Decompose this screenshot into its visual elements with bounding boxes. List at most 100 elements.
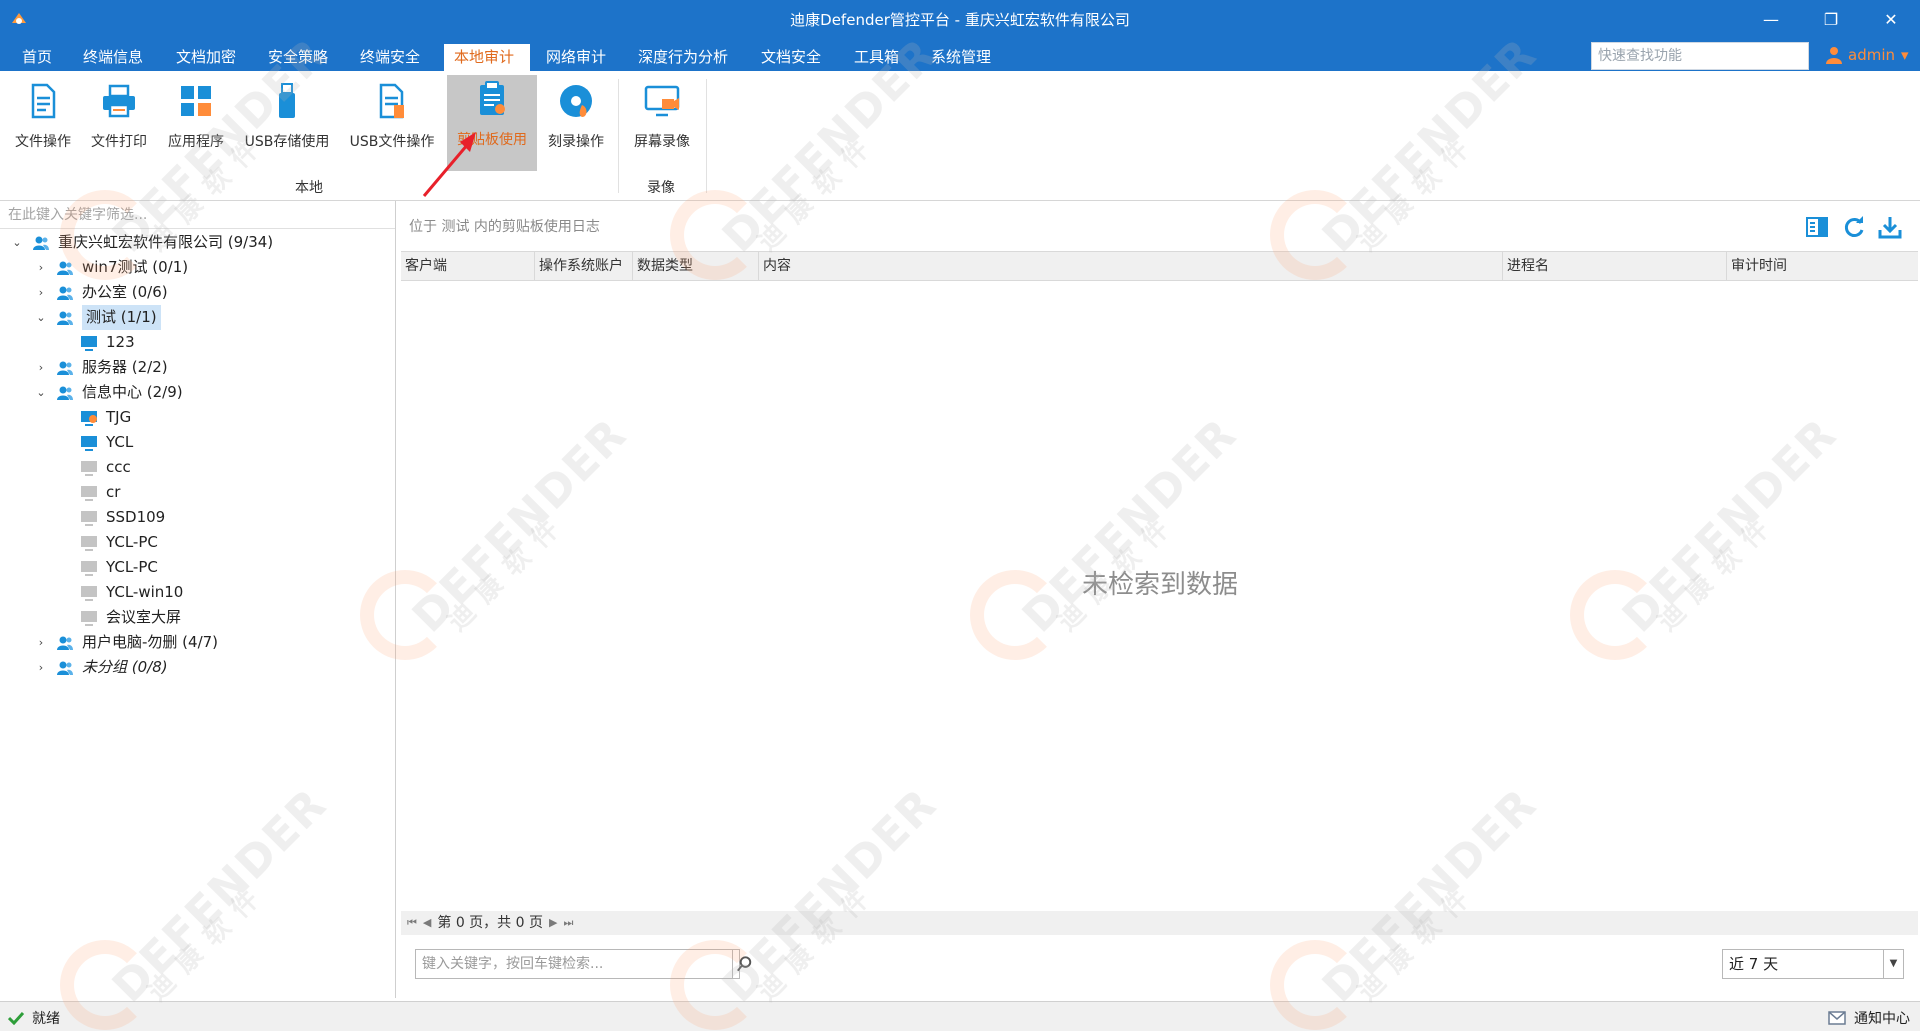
tree-computer-node[interactable]: TJG	[58, 405, 131, 430]
column-client[interactable]: 客户端	[401, 252, 535, 280]
chevron-right-icon[interactable]: ›	[34, 630, 48, 655]
ribbon-clipboard-usage[interactable]: 剪贴板使用	[447, 75, 537, 171]
disc-burn-icon	[560, 85, 592, 117]
column-process-name[interactable]: 进程名	[1503, 252, 1727, 280]
user-caret: ▾	[1901, 46, 1909, 64]
tree-group-node[interactable]: › 办公室 (0/6)	[34, 280, 168, 305]
quick-search-input[interactable]: 快速查找功能	[1591, 42, 1809, 70]
tree-group-node[interactable]: › 用户电脑-勿删 (4/7)	[34, 630, 218, 655]
pager-last-button[interactable]: ⏭	[563, 911, 573, 935]
column-audit-time[interactable]: 审计时间	[1727, 252, 1918, 280]
pager-next-button[interactable]: ▶	[549, 911, 557, 935]
chevron-down-icon[interactable]: ⌄	[34, 380, 48, 405]
tree-group-node[interactable]: ⌄ 信息中心 (2/9)	[34, 380, 183, 405]
search-icon[interactable]	[732, 950, 756, 978]
chevron-right-icon[interactable]: ›	[34, 655, 48, 680]
group-tree-panel: 在此键入关键字筛选... ⌄ 重庆兴虹宏软件有限公司 (9/34) › win7测试 …	[0, 201, 396, 998]
tree-filter-input[interactable]: 在此键入关键字筛选...	[0, 201, 395, 229]
computer-offline-icon	[81, 585, 97, 601]
user-group-icon	[57, 286, 73, 300]
window-title: 迪康Defender管控平台 - 重庆兴虹宏软件有限公司	[790, 11, 1130, 29]
menu-system-management[interactable]: 系统管理	[921, 44, 1001, 71]
tree-computer-node[interactable]: ccc	[58, 455, 131, 480]
printer-icon	[103, 84, 135, 118]
pager-prev-button[interactable]: ◀	[423, 911, 431, 935]
chevron-down-icon[interactable]: ▼	[1883, 950, 1903, 978]
notification-center-label: 通知中心	[1854, 1011, 1910, 1027]
tree-computer-node[interactable]: YCL-PC	[58, 555, 158, 580]
log-search-input[interactable]: 键入关键字，按回车键检索...	[415, 949, 752, 979]
tree-group-node[interactable]: › 未分组 (0/8)	[34, 655, 168, 680]
column-content[interactable]: 内容	[759, 252, 1503, 280]
column-layout-icon[interactable]	[1805, 215, 1829, 239]
user-name: admin	[1848, 46, 1895, 64]
tree-computer-node[interactable]: cr	[58, 480, 120, 505]
ribbon-toolbar: 文件操作 文件打印 应用程序 USB存储使用 USB文件操作 剪贴板使用 刻录操…	[0, 71, 1920, 201]
menu-home[interactable]: 首页	[12, 44, 62, 71]
column-os-account[interactable]: 操作系统账户	[535, 252, 633, 280]
restore-button[interactable]: ❐	[1816, 8, 1846, 32]
chevron-down-icon[interactable]: ⌄	[34, 305, 48, 330]
computer-offline-icon	[81, 485, 97, 501]
ribbon-applications[interactable]: 应用程序	[162, 77, 230, 167]
tree-node-label: YCL	[106, 433, 134, 451]
tree-computer-node[interactable]: YCL-win10	[58, 580, 183, 605]
tree-computer-node[interactable]: SSD109	[58, 505, 165, 530]
user-group-icon	[57, 311, 73, 325]
tree-node-label: 信息中心 (2/9)	[82, 383, 183, 401]
ribbon-screen-record[interactable]: 屏幕录像	[626, 77, 698, 167]
time-range-value: 近 7 天	[1729, 955, 1779, 973]
close-button[interactable]: ✕	[1876, 8, 1906, 32]
export-download-icon[interactable]	[1878, 215, 1902, 239]
menu-terminal-info[interactable]: 终端信息	[73, 44, 153, 71]
chevron-right-icon[interactable]: ›	[34, 280, 48, 305]
time-range-select[interactable]: 近 7 天 ▼	[1722, 949, 1904, 979]
user-group-icon	[57, 636, 73, 650]
tree-node-label: 重庆兴虹宏软件有限公司 (9/34)	[58, 233, 274, 251]
minimize-button[interactable]: —	[1756, 8, 1786, 32]
usb-file-icon	[379, 83, 404, 119]
grid-header: 客户端 操作系统账户 数据类型 内容 进程名 审计时间	[401, 251, 1918, 281]
tree-computer-node[interactable]: 会议室大屏	[58, 605, 181, 630]
ribbon-file-operation[interactable]: 文件操作	[10, 77, 76, 167]
computer-offline-icon	[81, 460, 97, 476]
tree-node-label: YCL-PC	[106, 558, 158, 576]
computer-online-icon	[81, 335, 97, 351]
chevron-right-icon[interactable]: ›	[34, 255, 48, 280]
usb-drive-icon	[279, 83, 295, 118]
notification-center-button[interactable]: 通知中心	[1828, 1008, 1910, 1028]
ribbon-disc-burn[interactable]: 刻录操作	[542, 77, 610, 167]
menu-network-audit[interactable]: 网络审计	[536, 44, 616, 71]
pager-text: 第 0 页，共 0 页	[437, 915, 543, 931]
menu-terminal-security[interactable]: 终端安全	[350, 44, 430, 71]
tree-computer-node[interactable]: YCL	[58, 430, 133, 455]
chevron-right-icon[interactable]: ›	[34, 355, 48, 380]
menu-security-policy[interactable]: 安全策略	[258, 44, 338, 71]
tree-node-label: win7测试 (0/1)	[82, 258, 189, 276]
tree-group-node[interactable]: › win7测试 (0/1)	[34, 255, 188, 280]
ribbon-file-print[interactable]: 文件打印	[86, 77, 152, 167]
tree-group-node[interactable]: ⌄ 测试 (1/1)	[34, 305, 161, 330]
log-search-placeholder: 键入关键字，按回车键检索...	[422, 956, 604, 972]
menu-doc-security[interactable]: 文档安全	[751, 44, 831, 71]
user-menu[interactable]: admin ▾	[1826, 46, 1909, 64]
column-data-type[interactable]: 数据类型	[633, 252, 759, 280]
menu-local-audit[interactable]: 本地审计	[444, 44, 530, 71]
ribbon-usb-storage[interactable]: USB存储使用	[240, 77, 334, 167]
user-group-icon	[33, 236, 49, 250]
menu-toolbox[interactable]: 工具箱	[844, 44, 909, 71]
tree-group-node[interactable]: › 服务器 (2/2)	[34, 355, 168, 380]
menu-doc-encryption[interactable]: 文档加密	[166, 44, 246, 71]
refresh-icon[interactable]	[1842, 215, 1866, 239]
chevron-down-icon[interactable]: ⌄	[10, 230, 24, 255]
user-group-icon	[57, 661, 73, 675]
pager-first-button[interactable]: ⏮	[407, 911, 417, 935]
user-icon	[1826, 47, 1842, 64]
tree-computer-node[interactable]: YCL-PC	[58, 530, 158, 555]
computer-offline-icon	[81, 535, 97, 551]
tree-group-node[interactable]: ⌄ 重庆兴虹宏软件有限公司 (9/34)	[10, 230, 273, 255]
ribbon-usb-file-operation[interactable]: USB文件操作	[344, 77, 440, 167]
user-group-icon	[57, 261, 73, 275]
tree-computer-node[interactable]: 123	[58, 330, 135, 355]
menu-behavior-analysis[interactable]: 深度行为分析	[628, 44, 738, 71]
